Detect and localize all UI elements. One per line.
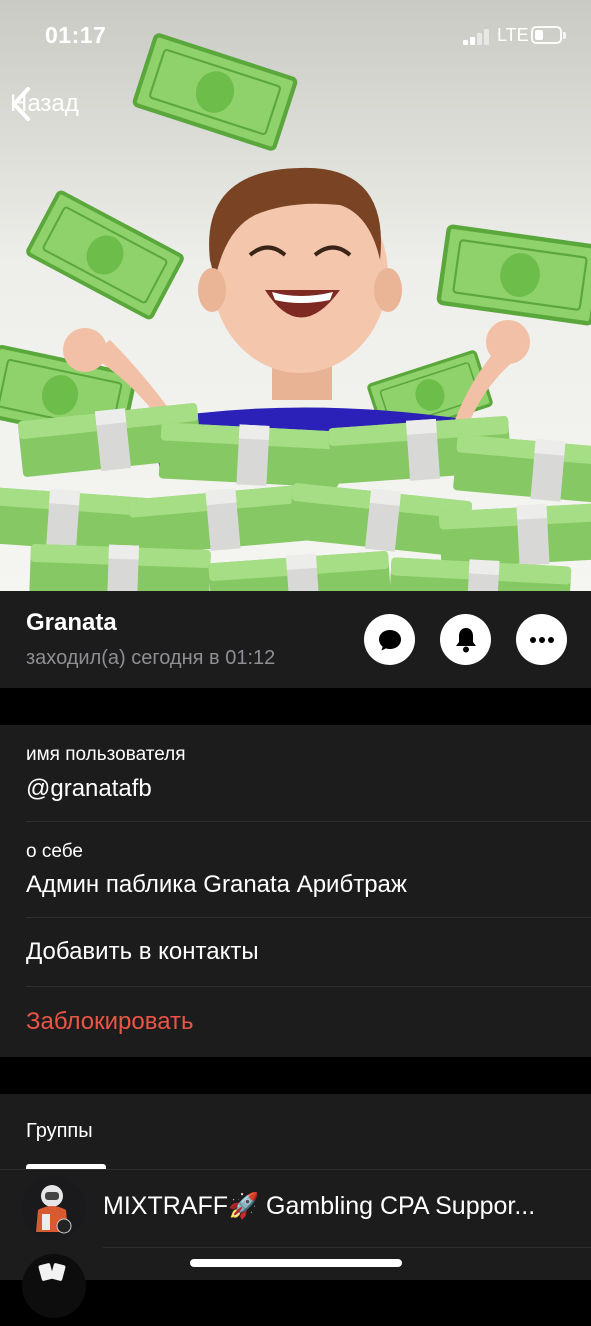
- last-seen-status: заходил(а) сегодня в 01:12: [26, 647, 276, 669]
- more-button[interactable]: [516, 614, 567, 665]
- more-dots-icon: [529, 636, 554, 643]
- divider: [26, 821, 591, 822]
- profile-header: Granata заходил(а) сегодня в 01:12: [0, 591, 591, 688]
- bell-icon: [455, 627, 476, 652]
- groups-tab-label[interactable]: Группы: [26, 1120, 93, 1143]
- bio-value: Админ паблика Granata Арибтраж: [26, 871, 407, 898]
- section-gap: [0, 688, 591, 725]
- block-user-button[interactable]: Заблокировать: [26, 1008, 194, 1036]
- battery-low-icon: [531, 26, 566, 44]
- group-name: MIXTRAFF🚀 Gambling CPA Suppor...: [103, 1192, 536, 1220]
- network-type: LTE: [497, 25, 529, 45]
- username-label: имя пользователя: [26, 744, 186, 765]
- profile-photo[interactable]: 01:17 LTE Назад: [0, 0, 591, 591]
- group-list-item[interactable]: MIXTRAFF🚀 Gambling CPA Suppor...: [0, 1169, 591, 1247]
- home-indicator[interactable]: [190, 1259, 402, 1267]
- divider: [26, 986, 591, 987]
- signal-bars-icon: [463, 28, 491, 45]
- username-value[interactable]: @granatafb: [26, 775, 152, 803]
- memoji-money-rain-image: [0, 0, 591, 591]
- section-gap: [0, 1057, 591, 1094]
- back-button[interactable]: Назад: [10, 86, 79, 122]
- group-avatar: [22, 1176, 86, 1240]
- status-time: 01:17: [45, 22, 107, 48]
- divider: [26, 917, 591, 918]
- info-section: имя пользователя @granatafb о себе Админ…: [0, 725, 591, 1057]
- group-avatar: [22, 1254, 86, 1318]
- chevron-left-icon: [12, 87, 30, 121]
- add-contact-button[interactable]: Добавить в контакты: [26, 938, 259, 966]
- message-bubble-icon: [378, 629, 401, 650]
- notifications-button[interactable]: [440, 614, 491, 665]
- status-bar: 01:17 LTE: [0, 0, 591, 72]
- profile-name: Granata: [26, 609, 117, 636]
- bio-label: о себе: [26, 841, 83, 862]
- message-button[interactable]: [364, 614, 415, 665]
